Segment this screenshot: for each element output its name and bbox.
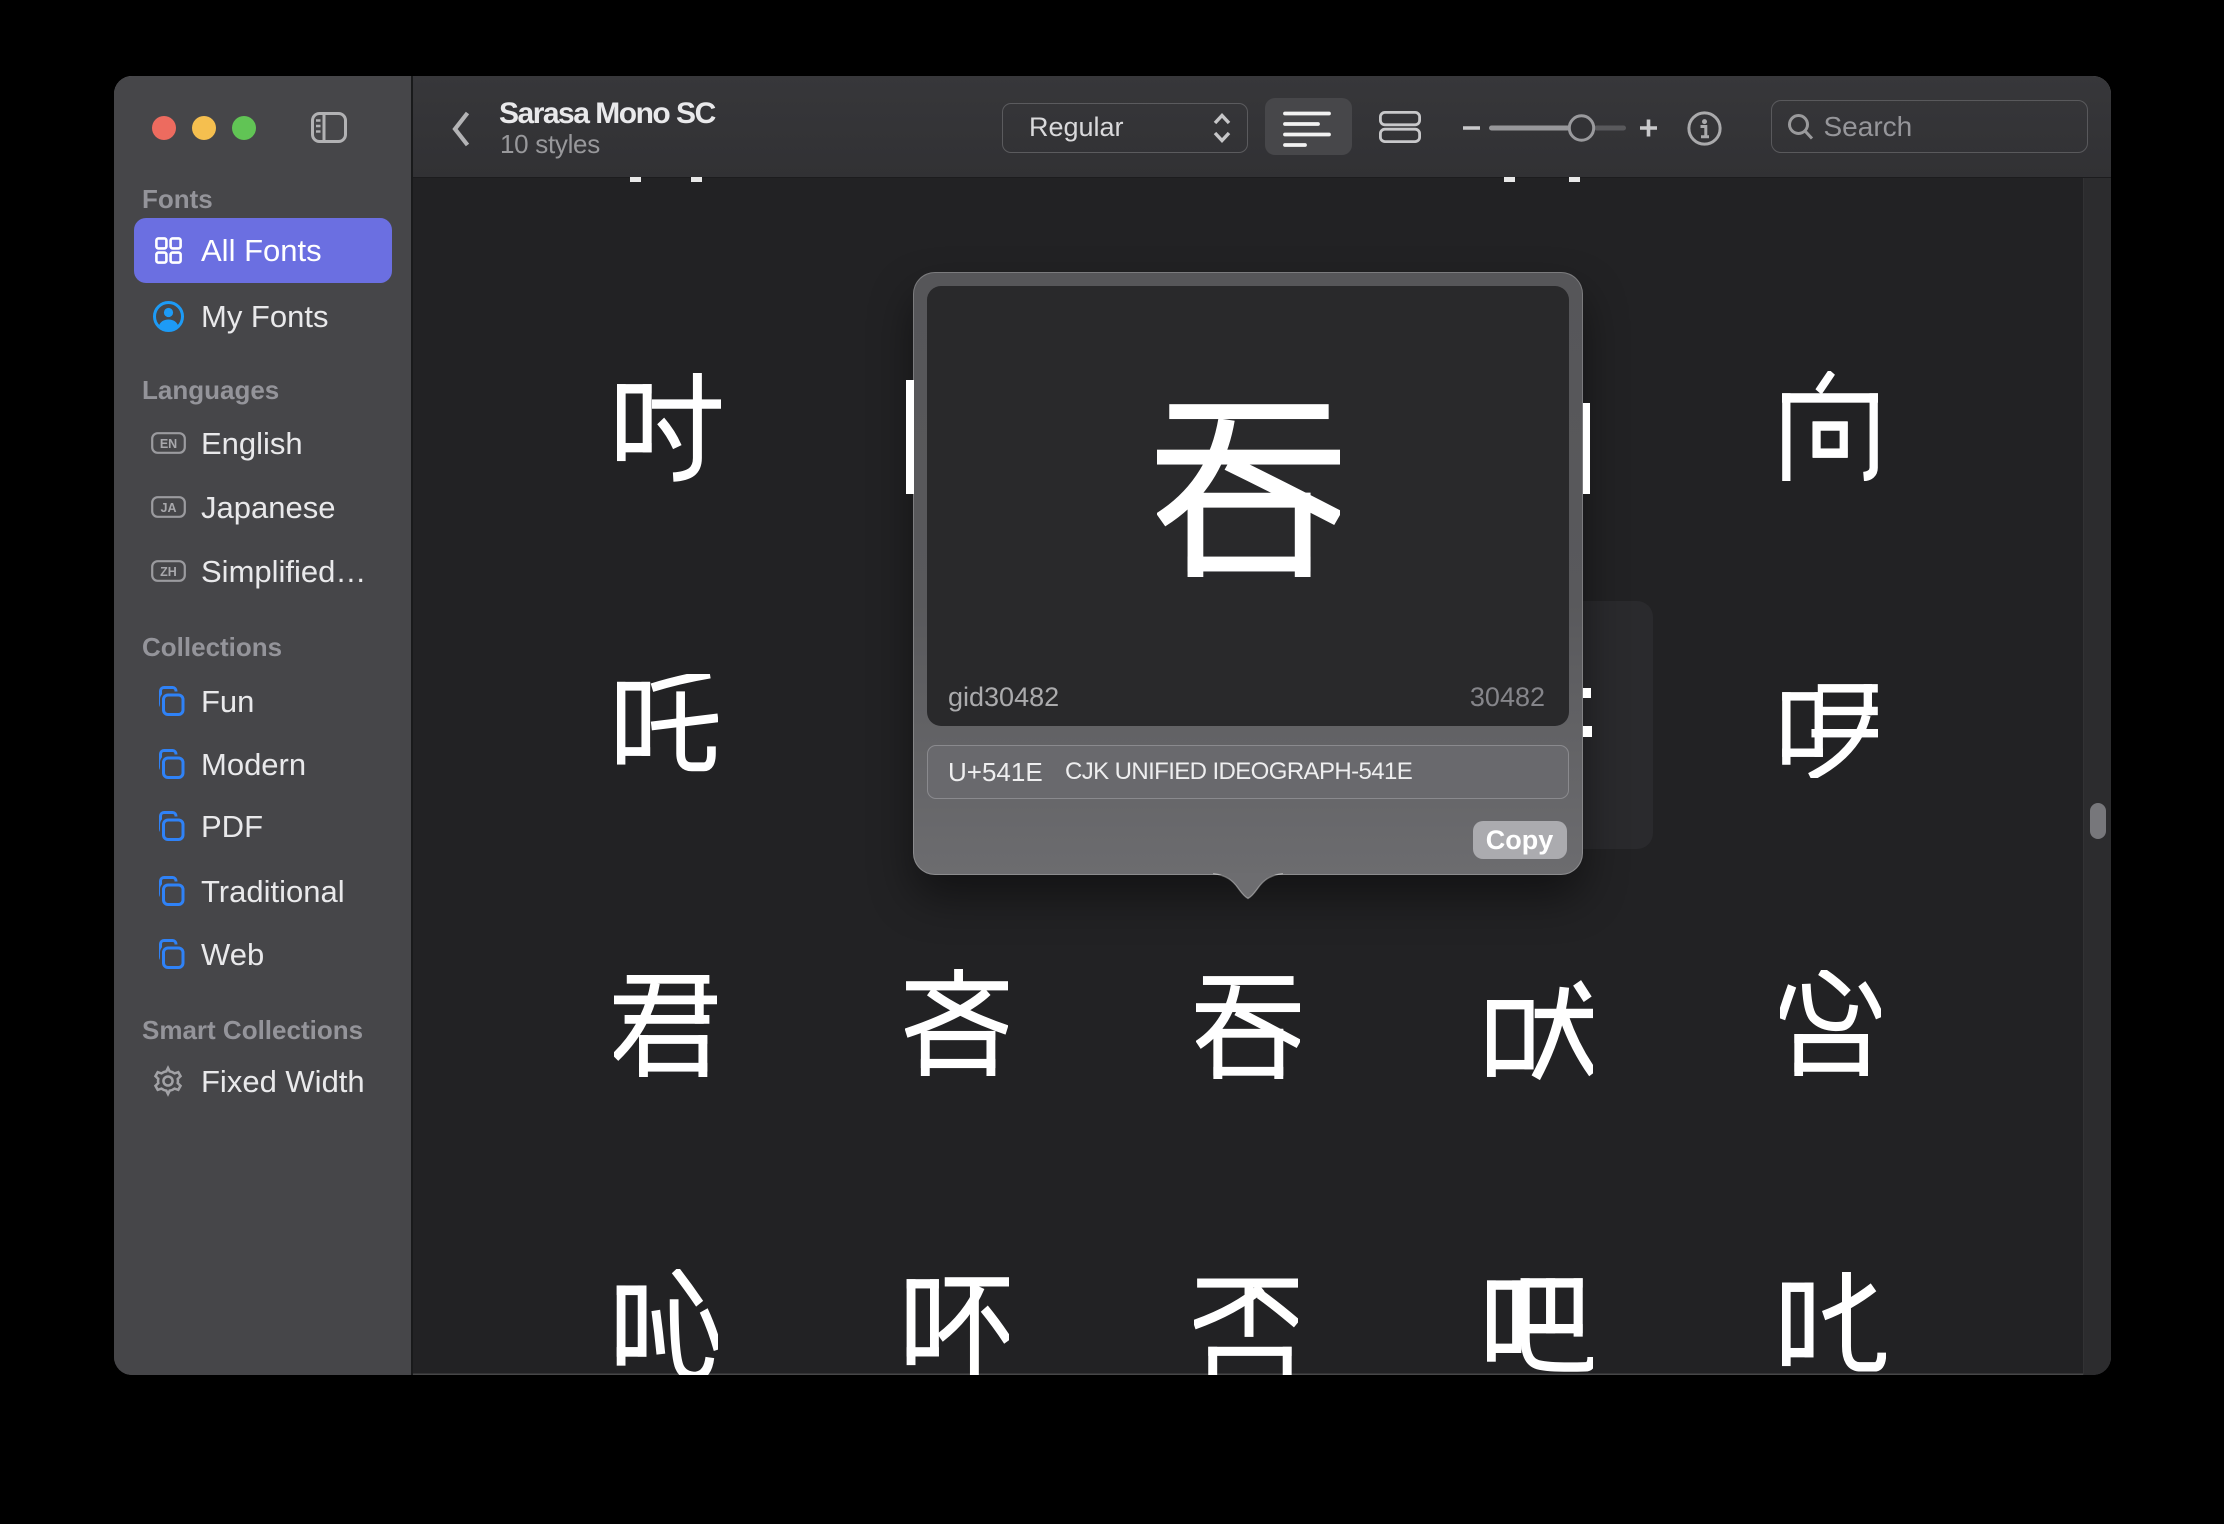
svg-text:ZH: ZH (160, 565, 177, 579)
svg-text:EN: EN (160, 437, 177, 451)
svg-text:JA: JA (161, 501, 177, 515)
